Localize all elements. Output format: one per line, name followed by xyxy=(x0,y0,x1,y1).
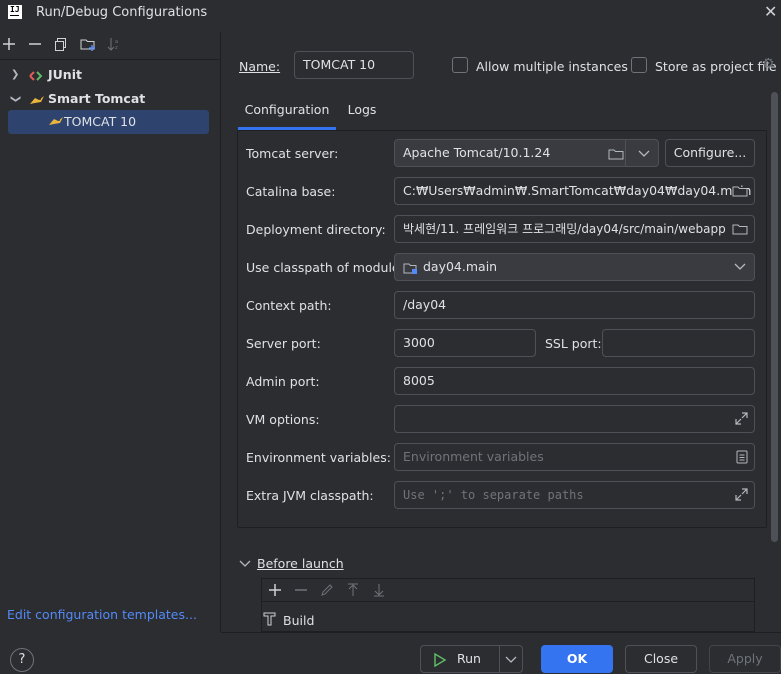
remove-icon[interactable] xyxy=(26,33,44,55)
folder-icon[interactable] xyxy=(728,216,748,242)
copy-icon[interactable] xyxy=(52,33,70,55)
apply-button[interactable]: Apply xyxy=(709,645,781,673)
environment-variables-label: Environment variables: xyxy=(246,450,391,465)
run-icon xyxy=(433,646,447,672)
tree-item-label: TOMCAT 10 xyxy=(64,114,137,129)
scrollbar[interactable] xyxy=(771,92,778,542)
environment-variables-placeholder: Environment variables xyxy=(403,449,544,464)
document-icon[interactable] xyxy=(736,444,748,470)
footer-divider xyxy=(221,632,781,633)
toolbar-divider xyxy=(0,59,221,60)
run-dropdown-chevron-icon[interactable] xyxy=(505,646,517,672)
deployment-directory-label: Deployment directory: xyxy=(246,222,386,237)
run-button[interactable]: Run xyxy=(457,646,481,672)
move-down-icon[interactable] xyxy=(372,583,386,600)
build-icon xyxy=(263,611,277,630)
server-port-label: Server port: xyxy=(246,336,321,351)
admin-port-field[interactable]: 8005 xyxy=(394,367,755,395)
close-button[interactable]: Close xyxy=(625,645,697,673)
ssl-port-label: SSL port: xyxy=(545,336,602,351)
before-launch-item-build[interactable]: Build xyxy=(283,613,314,628)
name-label-text: Name: xyxy=(239,59,281,74)
admin-port-label: Admin port: xyxy=(246,374,320,389)
store-project-file-label: Store as project file xyxy=(655,59,777,74)
select-divider xyxy=(625,140,626,166)
gear-icon[interactable]: ⚙ xyxy=(762,56,775,72)
tree-item-tomcat-10[interactable]: TOMCAT 10 xyxy=(8,110,209,134)
catalina-base-label: Catalina base: xyxy=(246,184,336,199)
module-folder-icon xyxy=(403,259,419,274)
tomcat-icon xyxy=(48,115,64,130)
tomcat-server-label: Tomcat server: xyxy=(246,146,339,161)
vm-options-field[interactable] xyxy=(394,405,755,433)
extra-jvm-classpath-placeholder: Use ';' to separate paths xyxy=(403,488,584,502)
expand-icon[interactable] xyxy=(735,482,748,508)
allow-multiple-label: Allow multiple instances xyxy=(476,59,628,74)
tree-item-junit[interactable]: ❯ JUnit xyxy=(0,64,221,86)
context-path-field[interactable]: /day04 xyxy=(394,291,755,319)
name-field[interactable]: TOMCAT 10 xyxy=(294,51,414,79)
tree-toolbar: az xyxy=(0,33,221,59)
tomcat-icon xyxy=(29,88,45,110)
tomcat-server-select[interactable]: Apache Tomcat/10.1.24 xyxy=(394,139,659,167)
context-path-label: Context path: xyxy=(246,298,332,313)
window-title: Run/Debug Configurations xyxy=(36,5,208,20)
junit-icon xyxy=(29,64,45,86)
run-divider xyxy=(499,646,500,672)
chevron-right-icon[interactable]: ❯ xyxy=(11,64,19,86)
configure-button[interactable]: Configure... xyxy=(665,139,755,167)
classpath-module-value: day04.main xyxy=(422,259,498,274)
new-folder-icon[interactable] xyxy=(79,33,97,55)
environment-variables-field[interactable]: Environment variables xyxy=(394,443,755,471)
tab-configuration[interactable]: Configuration xyxy=(238,96,336,130)
extra-jvm-classpath-field[interactable]: Use ';' to separate paths xyxy=(394,481,755,509)
tab-logs[interactable]: Logs xyxy=(342,96,382,130)
ssl-port-field[interactable] xyxy=(602,329,755,357)
window-close-icon[interactable]: ✕ xyxy=(764,2,777,21)
svg-text:z: z xyxy=(115,45,118,51)
remove-icon[interactable] xyxy=(294,583,308,600)
catalina-base-field[interactable]: C:₩Users₩admin₩.SmartTomcat₩day04₩day04.… xyxy=(394,177,755,205)
chevron-down-icon[interactable]: ❯ xyxy=(4,95,26,103)
chevron-down-icon[interactable] xyxy=(638,140,650,166)
chevron-down-icon[interactable] xyxy=(239,556,251,571)
classpath-module-select[interactable]: day04.main xyxy=(394,253,755,281)
deployment-directory-field[interactable]: 박세현/11. 프레임워크 프로그래밍/day04/src/main/webap… xyxy=(394,215,755,243)
expand-icon[interactable] xyxy=(735,406,748,432)
app-icon-text: IJ xyxy=(10,5,20,16)
move-up-icon[interactable] xyxy=(346,583,360,600)
tree-item-label: JUnit xyxy=(48,67,82,82)
add-icon[interactable] xyxy=(268,583,282,600)
allow-multiple-checkbox[interactable] xyxy=(452,57,468,73)
intellij-app-icon: IJ xyxy=(6,3,24,21)
add-icon[interactable] xyxy=(0,33,18,55)
store-project-file-checkbox[interactable] xyxy=(631,57,647,73)
before-launch-header[interactable]: Before launch xyxy=(257,556,344,571)
catalina-base-value: C:₩Users₩admin₩.SmartTomcat₩day04₩day04.… xyxy=(403,183,752,198)
ok-button[interactable]: OK xyxy=(541,645,613,673)
before-launch-toolbar xyxy=(262,579,754,602)
extra-jvm-classpath-label: Extra JVM classpath: xyxy=(246,488,374,503)
folder-icon[interactable] xyxy=(608,140,624,166)
deployment-directory-value: 박세현/11. 프레임워크 프로그래밍/day04/src/main/webap… xyxy=(403,222,726,236)
run-button-group: Run xyxy=(420,645,523,673)
classpath-module-label: Use classpath of module: xyxy=(246,260,404,275)
folder-icon[interactable] xyxy=(732,178,748,204)
help-button[interactable]: ? xyxy=(10,648,34,672)
tree-item-label: Smart Tomcat xyxy=(48,91,146,106)
name-label: Name: xyxy=(239,59,280,74)
vm-options-label: VM options: xyxy=(246,412,320,427)
edit-icon[interactable] xyxy=(320,583,334,600)
sort-icon[interactable]: az xyxy=(105,33,123,55)
tomcat-server-value: Apache Tomcat/10.1.24 xyxy=(403,145,551,160)
chevron-down-icon[interactable] xyxy=(734,254,746,280)
tree-item-smart-tomcat[interactable]: ❯ Smart Tomcat xyxy=(0,88,221,110)
server-port-field[interactable]: 3000 xyxy=(394,329,536,357)
edit-configuration-templates-link[interactable]: Edit configuration templates... xyxy=(7,607,197,622)
